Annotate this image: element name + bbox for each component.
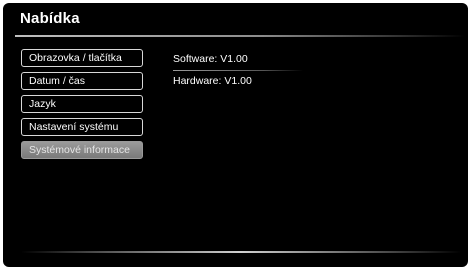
menu-item-date-time[interactable]: Datum / čas bbox=[21, 72, 143, 90]
menu-item-system-settings[interactable]: Nastavení systému bbox=[21, 118, 143, 136]
hardware-info: Hardware: V1.00 bbox=[173, 74, 252, 88]
hardware-version: Hardware: V1.00 bbox=[173, 75, 252, 87]
menu-item-system-info[interactable]: Systémové informace bbox=[21, 141, 143, 159]
title-divider bbox=[15, 35, 465, 37]
menu-item-display-buttons[interactable]: Obrazovka / tlačítka bbox=[21, 49, 143, 67]
page-title: Nabídka bbox=[20, 10, 80, 27]
menu-item-language[interactable]: Jazyk bbox=[21, 95, 143, 113]
software-info: Software: V1.00 bbox=[173, 52, 303, 71]
software-version: Software: V1.00 bbox=[173, 53, 248, 65]
bottom-divider bbox=[21, 251, 461, 253]
software-divider bbox=[173, 70, 303, 71]
screen: Nabídka Obrazovka / tlačítka Datum / čas… bbox=[3, 3, 468, 267]
